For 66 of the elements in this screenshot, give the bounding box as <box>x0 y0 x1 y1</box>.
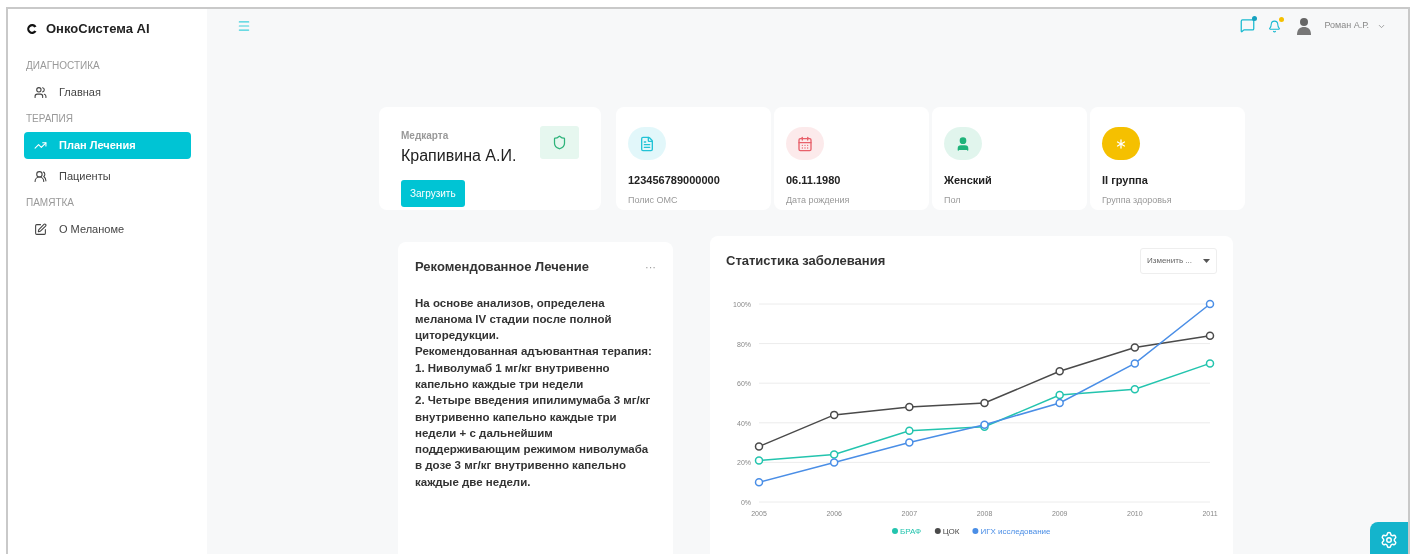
point <box>1055 367 1064 376</box>
point <box>754 477 764 487</box>
change-dropdown[interactable]: Изменить ... <box>1140 248 1217 274</box>
treatment-text: 2. Четыре введения ипилимумаба 3 мг/кг внутривенно капельно каждые три недели + с дальнейшим поддерживающим режимом ниволумаба в дозе 3 мг/кг внутривенно капельно каждые две недели. <box>415 393 652 490</box>
caret-icon <box>1203 259 1210 263</box>
menu-icon[interactable] <box>237 19 251 33</box>
legend-swatch <box>972 528 979 534</box>
card-value: II группа <box>1102 173 1149 188</box>
treatment-text: Рекомендованная адъювантная терапия: <box>415 344 653 360</box>
point <box>905 438 914 447</box>
point <box>1205 299 1215 309</box>
treatment-text: 1. Ниволумаб 1 мг/кг внутривенно капельно каждые три недели <box>415 360 611 392</box>
point <box>1055 398 1064 408</box>
patient-name: Крапивина А.И. <box>401 146 517 166</box>
settings-button[interactable] <box>1370 522 1408 554</box>
point <box>1130 343 1140 352</box>
legend-swatch <box>892 528 898 534</box>
point <box>1130 359 1140 368</box>
card-value: 06.11.1980 <box>786 173 842 188</box>
card-label: Медкарта <box>401 129 450 143</box>
card-label: Пол <box>944 193 962 207</box>
point <box>829 450 839 459</box>
card-value: Женский <box>944 173 993 188</box>
app-title: ОнкоСистема AI <box>46 20 150 39</box>
card-label: Дата рождения <box>786 193 851 207</box>
notifications-button[interactable] <box>1268 18 1285 34</box>
avatar-icon <box>1296 17 1313 35</box>
section-title: ПАМЯТКА <box>25 196 75 210</box>
point <box>1130 384 1140 394</box>
edit-icon <box>34 223 47 236</box>
point <box>829 410 839 420</box>
legend-label: ЦОК <box>942 527 960 536</box>
person-icon <box>955 135 971 152</box>
calendar-icon <box>797 135 813 152</box>
point <box>1055 390 1064 400</box>
legend-label: ИГХ исследование <box>980 527 1051 536</box>
card-label: Группа здоровья <box>1102 193 1173 207</box>
point <box>754 442 764 451</box>
card-value: 123456789000000 <box>628 173 721 188</box>
chart-line-icon <box>34 139 47 152</box>
document-icon <box>639 135 655 152</box>
logo-icon <box>26 23 38 35</box>
card-label: Полис ОМС <box>628 193 679 207</box>
section-title: ДИАГНОСТИКА <box>25 59 101 73</box>
point <box>829 458 839 467</box>
messages-button[interactable] <box>1240 18 1257 34</box>
user-menu[interactable]: Роман А.Р. <box>1324 19 1386 33</box>
section-title: ТЕРАПИЯ <box>25 112 74 126</box>
card-title: Рекомендованное Лечение <box>415 258 589 276</box>
sidebar-item[interactable]: О Меланоме <box>24 216 191 243</box>
legend-swatch <box>934 528 941 534</box>
treatment-text: На основе анализов, определена меланома IV стадии после полной циторедукции. <box>415 295 613 344</box>
point <box>1205 331 1215 340</box>
settings-icon <box>1380 531 1398 549</box>
point <box>1205 359 1215 368</box>
sidebar-item[interactable]: Главная <box>24 79 191 106</box>
users-icon <box>34 86 47 99</box>
point <box>905 426 914 435</box>
point <box>980 398 989 408</box>
point <box>905 402 914 412</box>
users-icon <box>34 170 47 183</box>
shield-icon <box>552 135 567 150</box>
legend-label: БРАФ <box>900 527 922 536</box>
card-title: Статистика заболевания <box>726 252 886 271</box>
sidebar-item[interactable]: Пациенты <box>24 163 191 190</box>
point <box>754 456 764 465</box>
